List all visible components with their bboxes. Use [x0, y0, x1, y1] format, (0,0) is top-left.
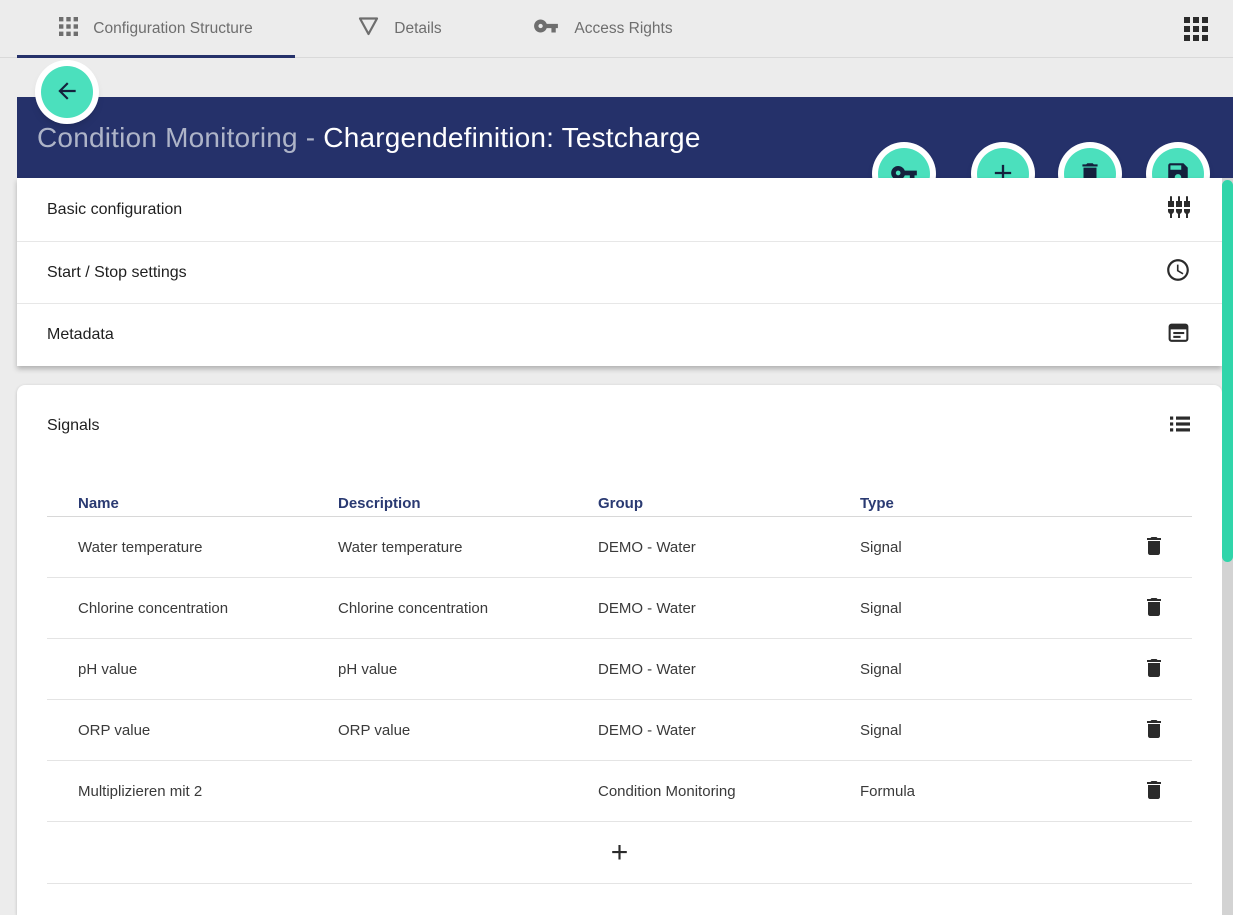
cell-group: Condition Monitoring: [567, 783, 829, 800]
cell-group: DEMO - Water: [567, 539, 829, 556]
tab-details[interactable]: Details: [295, 0, 505, 57]
calendar-note-icon: [1166, 320, 1191, 350]
signals-table: Name Description Group Type Water temper…: [47, 490, 1192, 884]
active-tab-indicator: [17, 55, 295, 58]
signals-title: Signals: [47, 417, 1169, 435]
section-label: Metadata: [47, 326, 1166, 344]
scrollbar-thumb[interactable]: [1222, 180, 1233, 562]
trash-icon: [1142, 656, 1166, 683]
cell-type: Formula: [829, 783, 1132, 800]
tab-configuration-structure[interactable]: Configuration Structure: [17, 0, 295, 57]
section-basic-configuration[interactable]: Basic configuration: [17, 178, 1222, 242]
page-header: Condition Monitoring - Chargendefinition…: [17, 97, 1233, 178]
table-row[interactable]: Multiplizieren mit 2 Condition Monitorin…: [47, 761, 1192, 822]
list-icon[interactable]: [1169, 413, 1191, 440]
cell-name: Chlorine concentration: [47, 600, 307, 617]
plus-icon: +: [611, 838, 629, 868]
config-sections-card: Basic configuration Start / Stop setting…: [17, 178, 1222, 366]
table-header-row: Name Description Group Type: [47, 490, 1192, 517]
cell-group: DEMO - Water: [567, 661, 829, 678]
key-icon: [533, 13, 559, 44]
cell-name: pH value: [47, 661, 307, 678]
cell-type: Signal: [829, 722, 1132, 739]
arrow-left-icon: [54, 78, 80, 107]
delete-row-button[interactable]: [1140, 716, 1168, 744]
delete-row-button[interactable]: [1140, 655, 1168, 683]
trash-icon: [1142, 717, 1166, 744]
cell-description: Chlorine concentration: [307, 600, 567, 617]
cell-type: Signal: [829, 661, 1132, 678]
page-title-prefix: Condition Monitoring -: [37, 122, 323, 153]
cell-name: Multiplizieren mit 2: [47, 783, 307, 800]
table-row[interactable]: pH value pH value DEMO - Water Signal: [47, 639, 1192, 700]
column-header-type: Type: [829, 495, 1132, 512]
page-title: Condition Monitoring - Chargendefinition…: [37, 122, 701, 154]
cell-type: Signal: [829, 600, 1132, 617]
table-row[interactable]: ORP value ORP value DEMO - Water Signal: [47, 700, 1192, 761]
signals-card: Signals Name Description Group Type Wate…: [17, 385, 1222, 915]
signals-header: Signals: [17, 385, 1222, 467]
section-start-stop-settings[interactable]: Start / Stop settings: [17, 242, 1222, 304]
tab-bar: Configuration Structure Details Access R…: [0, 0, 1233, 58]
tab-label: Details: [394, 20, 441, 38]
apps-grid-button[interactable]: [1183, 18, 1209, 44]
delete-row-button[interactable]: [1140, 594, 1168, 622]
column-header-group: Group: [567, 495, 829, 512]
page-title-main: Chargendefinition: Testcharge: [323, 122, 700, 153]
cell-description: pH value: [307, 661, 567, 678]
column-header-description: Description: [307, 495, 567, 512]
column-header-name: Name: [47, 495, 307, 512]
cell-group: DEMO - Water: [567, 722, 829, 739]
trash-icon: [1142, 534, 1166, 561]
sliders-icon: [1167, 195, 1191, 224]
cell-type: Signal: [829, 539, 1132, 556]
apps-grid-icon: [1184, 17, 1208, 46]
scrollbar-track[interactable]: [1222, 178, 1233, 915]
trash-icon: [1142, 778, 1166, 805]
section-label: Start / Stop settings: [47, 264, 1165, 282]
delete-row-button[interactable]: [1140, 533, 1168, 561]
cell-description: Water temperature: [307, 539, 567, 556]
tab-label: Configuration Structure: [93, 20, 252, 38]
table-row[interactable]: Water temperature Water temperature DEMO…: [47, 517, 1192, 578]
trash-icon: [1142, 595, 1166, 622]
add-signal-button[interactable]: +: [47, 822, 1192, 884]
grid-icon: [59, 17, 78, 41]
table-row[interactable]: Chlorine concentration Chlorine concentr…: [47, 578, 1192, 639]
cell-group: DEMO - Water: [567, 600, 829, 617]
back-button[interactable]: [41, 66, 93, 118]
cell-name: Water temperature: [47, 539, 307, 556]
cell-name: ORP value: [47, 722, 307, 739]
triangle-funnel-icon: [358, 17, 379, 41]
section-metadata[interactable]: Metadata: [17, 304, 1222, 366]
clock-icon: [1165, 257, 1191, 288]
tab-label: Access Rights: [574, 20, 672, 38]
section-label: Basic configuration: [47, 201, 1167, 219]
tab-access-rights[interactable]: Access Rights: [505, 0, 701, 57]
cell-description: ORP value: [307, 722, 567, 739]
delete-row-button[interactable]: [1140, 777, 1168, 805]
